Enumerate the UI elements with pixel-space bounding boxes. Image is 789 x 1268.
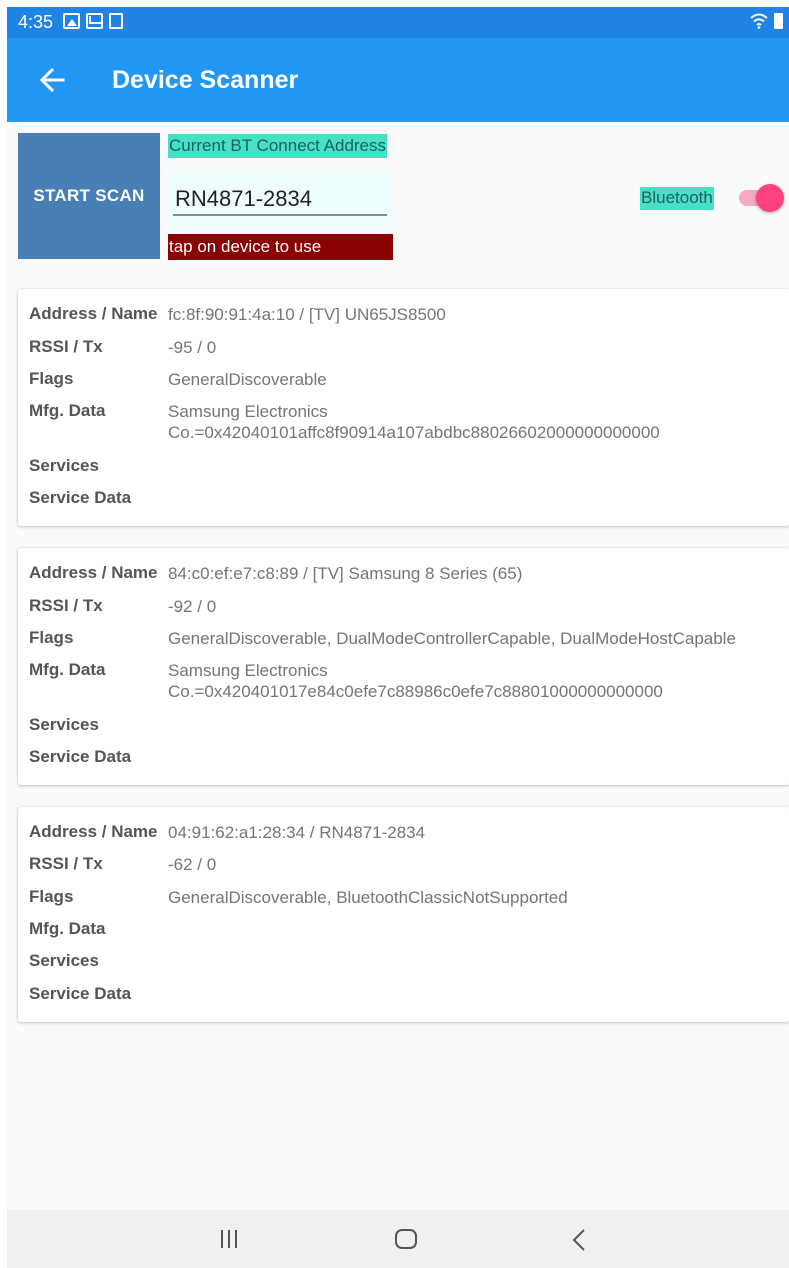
wifi-icon xyxy=(750,13,768,29)
start-scan-button[interactable]: START SCAN xyxy=(18,133,160,259)
address-label: Address / Name xyxy=(29,822,158,841)
status-time: 4:35 xyxy=(18,12,54,32)
bluetooth-toggle[interactable] xyxy=(736,182,784,214)
services-label: Services xyxy=(29,715,99,734)
mfg-label: Mfg. Data xyxy=(29,401,106,420)
photo-icon xyxy=(63,13,80,29)
screenshot-icon xyxy=(109,13,123,29)
mfg-value: Samsung Electronics Co.=0x420401017e84c0… xyxy=(168,661,663,701)
device-card-1[interactable]: Address / Name fc:8f:90:91:4a:10 / [TV] … xyxy=(18,289,789,526)
navigation-bar xyxy=(7,1210,789,1268)
home-icon[interactable] xyxy=(391,1228,421,1252)
flags-value: GeneralDiscoverable, BluetoothClassicNot… xyxy=(168,888,568,907)
arrow-left-icon[interactable] xyxy=(35,64,75,96)
flags-value: GeneralDiscoverable, DualModeControllerC… xyxy=(168,629,736,648)
flags-label: Flags xyxy=(29,628,74,647)
mail-icon xyxy=(86,13,103,29)
device-card-3[interactable]: Address / Name 04:91:62:a1:28:34 / RN487… xyxy=(18,807,789,1022)
mfg-value: Samsung Electronics Co.=0x42040101affc8f… xyxy=(168,402,660,442)
flags-label: Flags xyxy=(29,887,74,906)
services-label: Services xyxy=(29,951,99,970)
current-address-label: Current BT Connect Address xyxy=(168,134,388,158)
flags-label: Flags xyxy=(29,369,74,388)
app-bar: Device Scanner xyxy=(7,38,789,122)
notification-icons xyxy=(63,13,123,29)
current-address-input[interactable] xyxy=(173,184,387,216)
address-label: Address / Name xyxy=(29,563,158,582)
tap-hint-label: tap on device to use xyxy=(168,234,393,260)
device-card-2[interactable]: Address / Name 84:c0:ef:e7:c8:89 / [TV] … xyxy=(18,548,789,785)
rssi-label: RSSI / Tx xyxy=(29,854,103,873)
system-icons xyxy=(750,13,783,29)
rssi-value: -62 / 0 xyxy=(168,855,217,874)
flags-value: GeneralDiscoverable xyxy=(168,370,327,389)
rssi-value: -95 / 0 xyxy=(168,338,217,357)
address-label: Address / Name xyxy=(29,304,158,323)
service-data-label: Service Data xyxy=(29,747,132,766)
bluetooth-label: Bluetooth xyxy=(640,187,714,210)
services-label: Services xyxy=(29,456,99,475)
service-data-label: Service Data xyxy=(29,488,132,507)
status-bar: 4:35 xyxy=(7,7,789,38)
back-icon[interactable] xyxy=(565,1228,595,1252)
rssi-label: RSSI / Tx xyxy=(29,337,103,356)
address-field-container xyxy=(168,170,392,230)
app-screen: 4:35 Device Scanner START SCAN Current B… xyxy=(7,7,789,1268)
rssi-label: RSSI / Tx xyxy=(29,596,103,615)
mfg-label: Mfg. Data xyxy=(29,660,106,679)
battery-icon xyxy=(774,13,783,29)
toggle-thumb xyxy=(756,184,784,212)
mfg-label: Mfg. Data xyxy=(29,919,106,938)
page-title: Device Scanner xyxy=(112,66,299,94)
address-value: 04:91:62:a1:28:34 / RN4871-2834 xyxy=(168,823,426,842)
address-value: fc:8f:90:91:4a:10 / [TV] UN65JS8500 xyxy=(168,305,446,324)
rssi-value: -92 / 0 xyxy=(168,597,217,616)
recent-apps-icon[interactable] xyxy=(214,1228,244,1252)
service-data-label: Service Data xyxy=(29,984,132,1003)
address-value: 84:c0:ef:e7:c8:89 / [TV] Samsung 8 Serie… xyxy=(168,564,523,583)
